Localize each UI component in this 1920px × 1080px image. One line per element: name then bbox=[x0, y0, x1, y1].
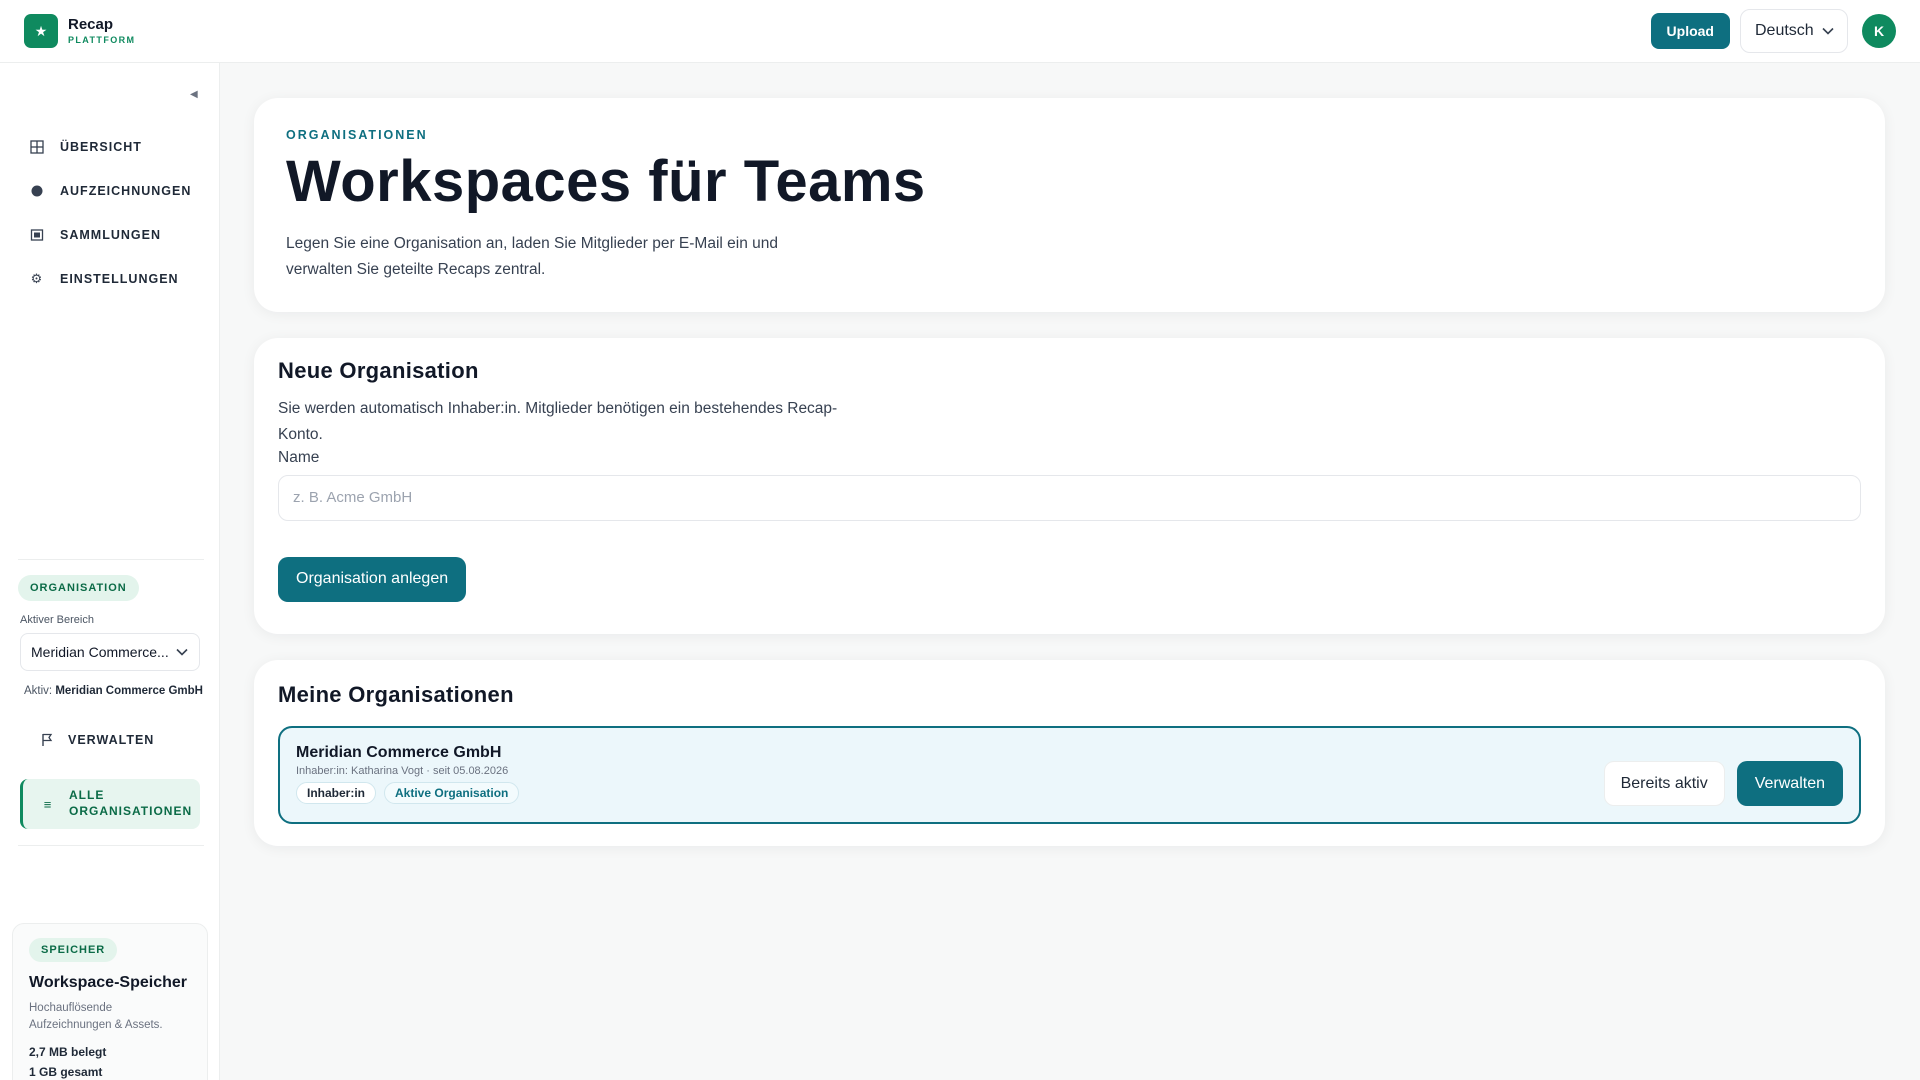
already-active-button[interactable]: Bereits aktiv bbox=[1603, 761, 1725, 806]
star-icon: ★ bbox=[24, 14, 58, 48]
sidebar-item-settings[interactable]: ⚙ EINSTELLUNGEN bbox=[0, 257, 220, 301]
page-title: Workspaces für Teams bbox=[286, 149, 926, 214]
owner-tag: Inhaber:in bbox=[296, 782, 377, 804]
organisation-name: Meridian Commerce GmbH bbox=[296, 744, 502, 761]
sidebar-item-label: VERWALTEN bbox=[68, 733, 155, 747]
storage-title: Workspace-Speicher bbox=[29, 974, 187, 991]
sidebar-item-label: SAMMLUNGEN bbox=[60, 228, 161, 242]
active-area-select[interactable]: Meridian Commerce... bbox=[20, 633, 200, 671]
brand[interactable]: ★ Recap PLATTFORM bbox=[24, 14, 135, 48]
sidebar-item-label: EINSTELLUNGEN bbox=[60, 272, 179, 286]
avatar[interactable]: K bbox=[1862, 14, 1896, 48]
sidebar-item-label: AUFZEICHNUNGEN bbox=[60, 184, 192, 198]
collection-icon bbox=[28, 228, 46, 242]
active-organisation-tag: Aktive Organisation bbox=[384, 782, 520, 804]
brand-subtitle: PLATTFORM bbox=[68, 35, 136, 45]
brand-text: Recap PLATTFORM bbox=[68, 17, 135, 45]
top-bar: ★ Recap PLATTFORM Upload Deutsch K bbox=[0, 0, 1920, 63]
hero-card: ORGANISATIONEN Workspaces für Teams Lege… bbox=[254, 98, 1885, 312]
brand-name: Recap bbox=[68, 16, 114, 33]
sidebar-divider bbox=[18, 559, 204, 560]
active-org-info: Aktiv: Meridian Commerce GmbH bbox=[24, 684, 204, 700]
sidebar-nav: ÜBERSICHT AUFZEICHNUNGEN SAMMLUNGEN ⚙ EI… bbox=[0, 125, 220, 301]
active-area-label: Aktiver Bereich bbox=[20, 614, 94, 626]
language-select[interactable]: Deutsch bbox=[1740, 9, 1848, 53]
record-dot-icon bbox=[28, 184, 46, 198]
create-organisation-button[interactable]: Organisation anlegen bbox=[278, 556, 467, 602]
active-prefix: Aktiv: bbox=[24, 685, 53, 697]
storage-total: 1 GB gesamt bbox=[29, 1064, 103, 1079]
organisation-actions: Bereits aktiv Verwalten bbox=[1603, 761, 1843, 806]
upload-button[interactable]: Upload bbox=[1650, 13, 1730, 49]
name-field-label: Name bbox=[278, 448, 320, 466]
sidebar-item-all-organisations[interactable]: ≡ ALLE ORGANISATIONEN bbox=[20, 779, 200, 829]
storage-description: Hochauflösende Aufzeichnungen & Assets. bbox=[29, 1002, 163, 1032]
sidebar-item-overview[interactable]: ÜBERSICHT bbox=[0, 125, 220, 169]
language-value: Deutsch bbox=[1755, 22, 1814, 39]
new-organisation-card: Neue Organisation Sie werden automatisch… bbox=[254, 338, 1885, 634]
top-actions: Upload Deutsch K bbox=[1650, 9, 1896, 53]
sidebar-item-collections[interactable]: SAMMLUNGEN bbox=[0, 213, 220, 257]
active-org-name: Meridian Commerce GmbH bbox=[55, 685, 203, 697]
list-icon: ≡ bbox=[43, 796, 53, 812]
organisation-name-input[interactable] bbox=[278, 474, 1861, 521]
chevron-down-icon bbox=[176, 648, 188, 656]
organisation-section-badge: ORGANISATION bbox=[18, 575, 139, 601]
new-organisation-description: Sie werden automatisch Inhaber:in. Mitgl… bbox=[278, 400, 838, 444]
collapse-sidebar-icon[interactable]: ◀ bbox=[190, 89, 198, 100]
organisation-row[interactable]: Meridian Commerce GmbH Inhaber:in: Katha… bbox=[278, 726, 1861, 824]
storage-badge: SPEICHER bbox=[29, 938, 118, 962]
sidebar: ◀ ÜBERSICHT AUFZEICHNUNGEN SAMMLUNGEN ⚙ … bbox=[0, 63, 220, 1080]
storage-card: SPEICHER Workspace-Speicher Hochauflösen… bbox=[12, 923, 208, 1080]
chevron-down-icon bbox=[1822, 27, 1834, 35]
active-area-value: Meridian Commerce... bbox=[31, 644, 169, 660]
sidebar-item-manage[interactable]: VERWALTEN bbox=[38, 733, 154, 747]
sidebar-divider bbox=[18, 845, 204, 846]
new-organisation-title: Neue Organisation bbox=[278, 358, 479, 383]
sidebar-item-label: ALLE ORGANISATIONEN bbox=[69, 788, 193, 818]
grid-icon bbox=[28, 140, 46, 154]
hero-description: Legen Sie eine Organisation an, laden Si… bbox=[286, 234, 778, 279]
gear-icon: ⚙ bbox=[30, 271, 44, 286]
hero-eyebrow: ORGANISATIONEN bbox=[286, 128, 428, 142]
flag-icon bbox=[38, 733, 56, 747]
manage-organisation-button[interactable]: Verwalten bbox=[1736, 761, 1843, 806]
storage-used: 2,7 MB belegt bbox=[29, 1044, 107, 1059]
sidebar-item-recordings[interactable]: AUFZEICHNUNGEN bbox=[0, 169, 220, 213]
my-organisations-card: Meine Organisationen Meridian Commerce G… bbox=[254, 660, 1885, 846]
my-organisations-title: Meine Organisationen bbox=[278, 682, 514, 707]
sidebar-item-label: ÜBERSICHT bbox=[60, 140, 142, 154]
